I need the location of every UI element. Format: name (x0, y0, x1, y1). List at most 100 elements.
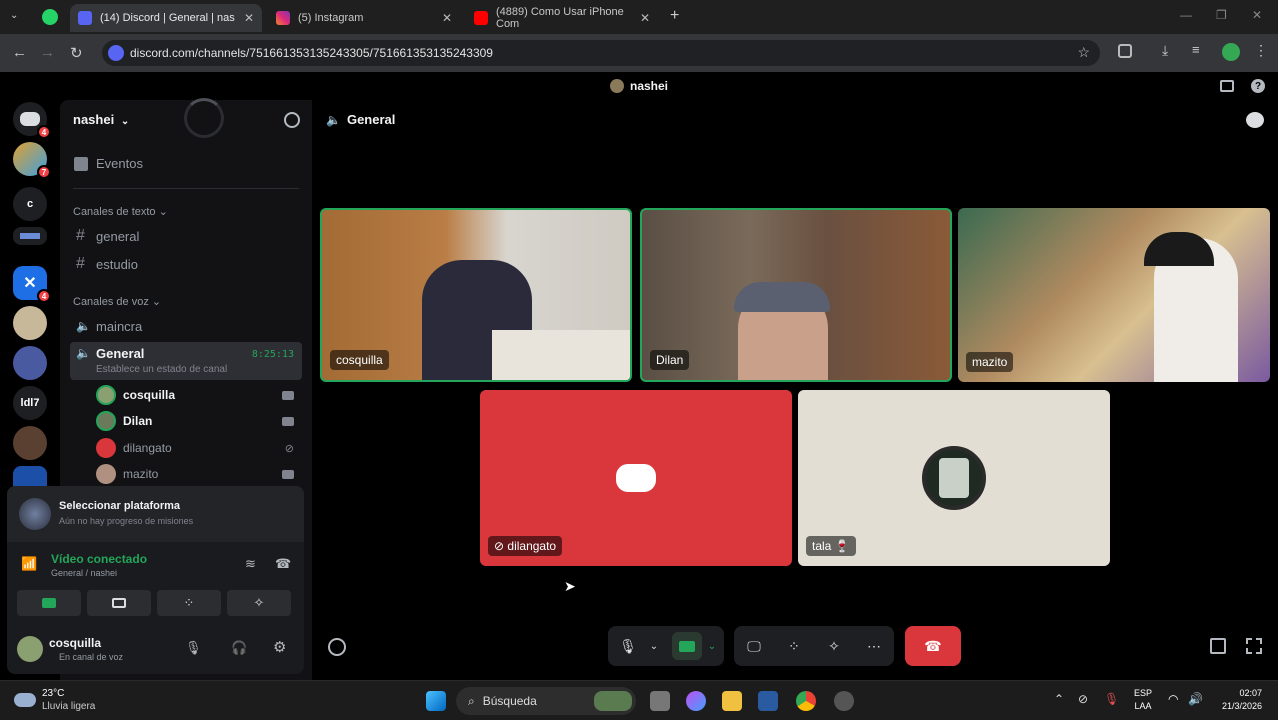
reload-icon[interactable]: ↻ (70, 44, 83, 62)
tile-name-label: tala 🍷 (806, 536, 856, 556)
close-tab-icon[interactable]: ✕ (640, 11, 650, 25)
mic-options-chevron-icon[interactable]: ⌄ (644, 636, 664, 656)
download-icon[interactable]: ⤓ (1162, 42, 1168, 59)
language-indicator[interactable]: ESP LAA (1134, 687, 1152, 713)
more-options-button[interactable]: ⋯ (864, 636, 884, 656)
channel-voice-general-active[interactable]: 🔈 General 8:25:13 Establece un estado de… (70, 342, 302, 380)
camera-options-chevron-icon[interactable]: ⌄ (702, 636, 722, 656)
camera-icon (679, 640, 695, 652)
windows-start-icon[interactable] (426, 691, 446, 711)
invite-people-icon[interactable] (284, 112, 300, 128)
settings-gear-icon[interactable]: ⚙ (273, 638, 286, 656)
close-window-icon[interactable]: ✕ (1252, 8, 1262, 22)
user-avatar[interactable] (17, 636, 43, 662)
minimize-icon[interactable]: — (1180, 8, 1192, 22)
text-category[interactable]: Canales de texto ⌄ (73, 205, 168, 218)
voice-member-dilan[interactable]: Dilan (96, 410, 302, 432)
app-icon-2[interactable] (834, 691, 854, 711)
noise-suppression-icon[interactable]: ≋ (245, 556, 256, 572)
camera-icon (282, 416, 294, 426)
server-icon-8[interactable] (13, 426, 47, 460)
activities-button[interactable]: ⁘ (157, 590, 221, 616)
user-name[interactable]: cosquilla (49, 636, 101, 650)
avatar (96, 385, 116, 405)
browser-menu-icon[interactable]: ⋮ (1254, 42, 1268, 59)
show-hidden-icons[interactable]: ⌃ (1054, 692, 1064, 706)
server-icon-3[interactable] (13, 227, 47, 245)
direct-messages-icon[interactable]: 4 (13, 102, 51, 139)
task-view-icon[interactable] (650, 691, 670, 711)
app-icon[interactable] (758, 691, 778, 711)
video-tile-cosquilla[interactable]: cosquilla (320, 208, 632, 382)
fullscreen-icon[interactable] (1246, 638, 1262, 654)
video-tile-dilan[interactable]: Dilan (640, 208, 952, 382)
forward-icon[interactable]: → (40, 44, 55, 61)
close-tab-icon[interactable]: ✕ (244, 11, 254, 25)
server-icon-6[interactable] (13, 346, 47, 380)
disconnect-icon[interactable]: ☎ (275, 556, 291, 572)
voice-member-cosquilla[interactable]: cosquilla (96, 384, 302, 406)
events-item[interactable]: Eventos (74, 156, 143, 171)
close-tab-icon[interactable]: ✕ (442, 11, 452, 25)
whatsapp-icon[interactable] (42, 9, 58, 25)
tray-icon-1[interactable]: ⊘ (1078, 692, 1088, 706)
tray-mic-icon[interactable]: 🎙 (1104, 692, 1119, 706)
chrome-icon[interactable] (796, 691, 816, 711)
file-explorer-icon[interactable] (722, 691, 742, 711)
popout-icon[interactable] (1210, 638, 1226, 654)
camera-toggle-button[interactable] (17, 590, 81, 616)
activities-button[interactable]: ⁘ (784, 636, 804, 656)
server-icon-1[interactable]: 7 (13, 142, 51, 179)
clock[interactable]: 02:07 21/3/2026 (1212, 687, 1262, 713)
tab-discord[interactable]: (14) Discord | General | nas ✕ (70, 4, 262, 32)
server-icon-c[interactable]: c (13, 187, 47, 221)
microphone-button[interactable]: 🎙 (618, 636, 638, 656)
leave-call-button[interactable]: ☎ (905, 626, 961, 666)
video-tile-mazito[interactable]: mazito (958, 208, 1270, 382)
video-tile-tala[interactable]: tala 🍷 (798, 390, 1110, 566)
connection-subtitle[interactable]: General / nashei (51, 568, 117, 578)
wifi-icon[interactable]: ◠ (1168, 692, 1178, 706)
voice-member-dilangato[interactable]: dilangato ⊘ (96, 437, 302, 459)
weather-widget[interactable]: 23°C Lluvia ligera (14, 687, 95, 713)
maximize-icon[interactable]: ❐ (1216, 8, 1227, 22)
back-icon[interactable]: ← (12, 44, 27, 61)
bookmark-star-icon[interactable]: ☆ (1077, 44, 1090, 61)
taskbar-search[interactable]: ⌕ Búsqueda (456, 687, 636, 715)
soundboard-button[interactable]: ✧ (824, 636, 844, 656)
invite-to-call-icon[interactable] (328, 638, 346, 656)
chat-bubble-icon[interactable] (1246, 112, 1264, 128)
server-icon-5[interactable] (13, 306, 47, 340)
media-icon[interactable]: ≡ (1192, 42, 1200, 57)
new-tab-button[interactable]: + (670, 7, 679, 25)
tab-search-icon[interactable]: ⌄ (10, 10, 24, 24)
profile-avatar-icon[interactable] (1222, 43, 1240, 61)
help-icon[interactable]: ? (1251, 79, 1265, 93)
platform-panel[interactable]: Seleccionar plataforma Aún no hay progre… (7, 486, 304, 542)
channel-general[interactable]: # general (70, 223, 302, 249)
site-info-icon[interactable] (108, 45, 124, 61)
screen-share-button[interactable] (87, 590, 151, 616)
volume-icon[interactable]: 🔊 (1188, 692, 1203, 706)
server-icon-4[interactable]: ✕ 4 (13, 266, 51, 303)
screen-share-button[interactable]: 🖵 (744, 636, 764, 656)
microphone-icon[interactable]: 🎙 (185, 640, 202, 656)
voice-member-mazito[interactable]: mazito (96, 463, 302, 485)
tab-youtube[interactable]: (4889) Como Usar iPhone Com ✕ (466, 4, 658, 32)
copilot-icon[interactable] (686, 691, 706, 711)
extensions-icon[interactable] (1118, 44, 1132, 58)
server-icon-ldl7[interactable]: ldl7 (13, 386, 47, 420)
server-header[interactable]: nashei ⌄ (73, 112, 129, 127)
channel-status[interactable]: Establece un estado de canal (96, 364, 227, 375)
camera-button[interactable] (672, 632, 702, 660)
tab-instagram[interactable]: (5) Instagram ✕ (268, 4, 460, 32)
url-bar[interactable]: discord.com/channels/751661353135243305/… (102, 40, 1100, 66)
inbox-icon[interactable] (1220, 80, 1234, 92)
connection-title[interactable]: Vídeo conectado (51, 552, 147, 566)
video-tile-dilangato[interactable]: ⊘ dilangato (480, 390, 792, 566)
headphones-icon[interactable]: 🎧 (231, 640, 247, 656)
soundboard-button[interactable]: ✧ (227, 590, 291, 616)
channel-maincra[interactable]: 🔈 maincra (70, 313, 302, 339)
voice-category[interactable]: Canales de voz ⌄ (73, 295, 161, 308)
channel-estudio[interactable]: # estudio (70, 251, 302, 277)
